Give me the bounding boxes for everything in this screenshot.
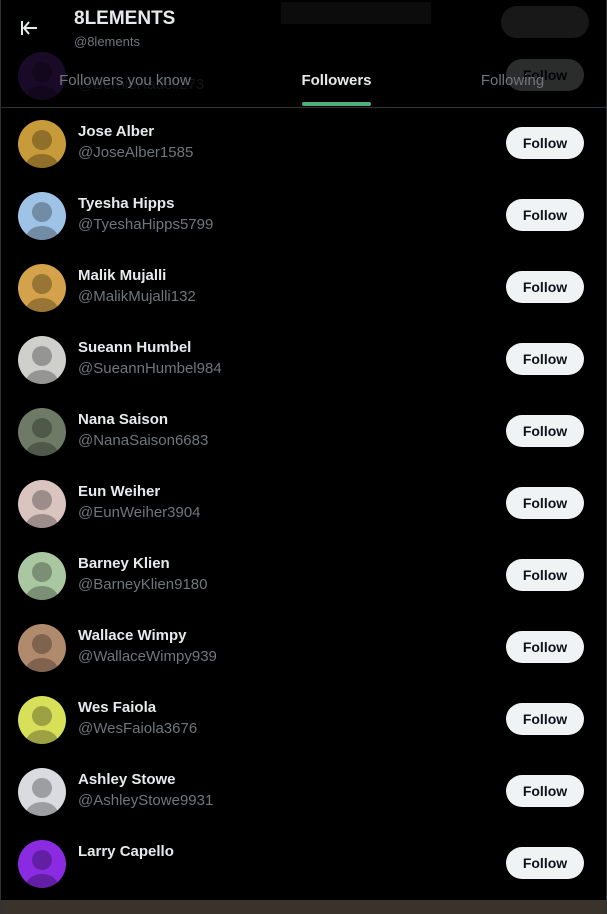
follower-row[interactable]: Jose Alber @JoseAlber1585 Follow	[1, 108, 606, 180]
follower-name[interactable]: Eun Weiher	[78, 483, 160, 500]
avatar[interactable]	[18, 408, 66, 456]
follower-handle: @JoseAlber1585	[78, 144, 194, 161]
profile-handle: @8lements	[74, 34, 140, 49]
active-tab-indicator	[302, 102, 371, 106]
follow-button[interactable]: Follow	[506, 127, 584, 159]
tab-followers[interactable]: Followers	[249, 60, 424, 106]
tab-label: Following	[480, 72, 545, 89]
app-frame: 8LEMENTS @8lements Followers you know Fo…	[0, 0, 607, 914]
follower-handle: @BarneyKlien9180	[78, 576, 208, 593]
follow-button[interactable]: Follow	[506, 343, 584, 375]
follower-name[interactable]: Sueann Humbel	[78, 339, 191, 356]
avatar[interactable]	[18, 480, 66, 528]
tab-followers-you-know[interactable]: Followers you know	[1, 60, 249, 106]
follower-handle: @WallaceWimpy939	[78, 648, 217, 665]
avatar[interactable]	[18, 264, 66, 312]
follower-name[interactable]: Barney Klien	[78, 555, 170, 572]
follower-row[interactable]: Barney Klien @BarneyKlien9180 Follow	[1, 540, 606, 612]
follower-name[interactable]: Wallace Wimpy	[78, 627, 187, 644]
follower-row[interactable]: Malik Mujalli @MalikMujalli132 Follow	[1, 252, 606, 324]
back-arrow-icon[interactable]	[15, 14, 43, 42]
avatar[interactable]	[18, 192, 66, 240]
follow-button[interactable]: Follow	[506, 631, 584, 663]
follower-name[interactable]: Tyesha Hipps	[78, 195, 174, 212]
follower-name[interactable]: Larry Capello	[78, 843, 174, 860]
header-blur-button	[501, 6, 589, 38]
avatar[interactable]	[18, 768, 66, 816]
avatar[interactable]	[18, 624, 66, 672]
follower-handle: @AshleyStowe9931	[78, 792, 214, 809]
follower-row[interactable]: Ashley Stowe @AshleyStowe9931 Follow	[1, 756, 606, 828]
follower-handle: @TyeshaHipps5799	[78, 216, 214, 233]
avatar[interactable]	[18, 336, 66, 384]
follow-button[interactable]: Follow	[506, 775, 584, 807]
follower-row[interactable]: Wallace Wimpy @WallaceWimpy939 Follow	[1, 612, 606, 684]
profile-title: 8LEMENTS	[74, 8, 176, 29]
follow-button[interactable]: Follow	[506, 415, 584, 447]
follower-row[interactable]: Tyesha Hipps @TyeshaHipps5799 Follow	[1, 180, 606, 252]
follower-name[interactable]: Ashley Stowe	[78, 771, 176, 788]
follower-row[interactable]: Larry Capello Follow	[1, 828, 606, 900]
follower-row[interactable]: Wes Faiola @WesFaiola3676 Follow	[1, 684, 606, 756]
tab-following[interactable]: Following	[424, 60, 601, 106]
follow-button[interactable]: Follow	[506, 271, 584, 303]
follower-handle: @SueannHumbel984	[78, 360, 222, 377]
header-blur-decoration	[281, 2, 431, 24]
follow-button[interactable]: Follow	[506, 703, 584, 735]
follow-button[interactable]: Follow	[506, 559, 584, 591]
follow-button[interactable]: Follow	[506, 847, 584, 879]
follower-name[interactable]: Nana Saison	[78, 411, 168, 428]
follower-name[interactable]: Malik Mujalli	[78, 267, 166, 284]
follow-button[interactable]: Follow	[506, 199, 584, 231]
follower-row[interactable]: Eun Weiher @EunWeiher3904 Follow	[1, 468, 606, 540]
follower-handle: @EunWeiher3904	[78, 504, 201, 521]
taskbar-strip	[1, 900, 606, 914]
avatar[interactable]	[18, 120, 66, 168]
tab-label: Followers	[301, 72, 372, 89]
follower-name[interactable]: Jose Alber	[78, 123, 154, 140]
avatar[interactable]	[18, 696, 66, 744]
follower-row[interactable]: Sueann Humbel @SueannHumbel984 Follow	[1, 324, 606, 396]
avatar[interactable]	[18, 552, 66, 600]
avatar[interactable]	[18, 840, 66, 888]
follower-name[interactable]: Wes Faiola	[78, 699, 156, 716]
follower-handle: @NanaSaison6683	[78, 432, 209, 449]
follow-button[interactable]: Follow	[506, 487, 584, 519]
follower-handle: @MalikMujalli132	[78, 288, 196, 305]
profile-header: 8LEMENTS @8lements Followers you know Fo…	[1, 0, 606, 108]
follower-row[interactable]: Nana Saison @NanaSaison6683 Follow	[1, 396, 606, 468]
tab-label: Followers you know	[59, 72, 191, 89]
follower-handle: @WesFaiola3676	[78, 720, 198, 737]
